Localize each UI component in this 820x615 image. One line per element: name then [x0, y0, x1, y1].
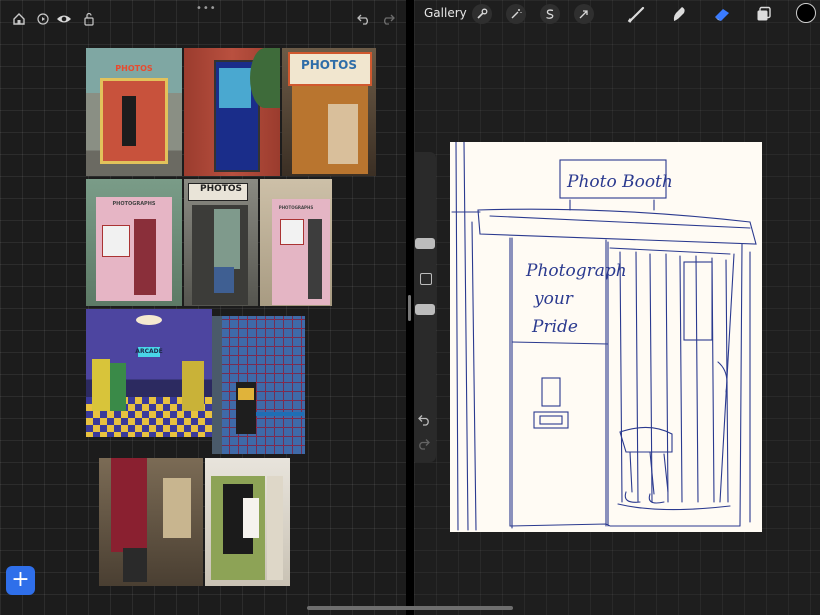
photo-pink-booth[interactable]: PHOTOGRAPHS — [86, 179, 182, 306]
smudge-icon[interactable] — [668, 4, 690, 24]
arrow-cursor-icon[interactable] — [574, 4, 594, 24]
photo-claw-machine[interactable] — [184, 48, 280, 176]
photo-sign: ARCADE — [135, 348, 163, 355]
eye-icon[interactable] — [55, 10, 73, 28]
gallery-button[interactable]: Gallery — [424, 6, 467, 20]
layers-icon[interactable] — [753, 4, 775, 24]
photo-sign: PHOTOS — [199, 184, 243, 194]
redo-icon[interactable] — [418, 438, 430, 453]
wrench-icon[interactable] — [472, 4, 492, 24]
drawing-pane: Gallery Photo Booth Photograph your Prid… — [414, 0, 820, 615]
square-icon[interactable] — [420, 273, 432, 285]
split-view-handle[interactable] — [408, 295, 411, 321]
redo-icon[interactable] — [379, 10, 397, 28]
brush-sidebar — [414, 152, 436, 462]
ellipsis-icon[interactable]: ••• — [196, 3, 217, 14]
photo-vintage-booth[interactable]: PHOTOS — [282, 48, 376, 176]
magic-wand-icon[interactable] — [506, 4, 526, 24]
panel-text-line-2: your — [533, 289, 574, 309]
play-icon[interactable] — [34, 10, 52, 28]
photo-checkered-arcade[interactable] — [212, 316, 305, 454]
photo-couple-booth[interactable] — [205, 458, 290, 586]
photo-red-curtain-booth[interactable] — [99, 458, 203, 586]
undo-icon[interactable] — [418, 414, 430, 429]
panel-text-line-1: Photograph — [525, 261, 627, 281]
home-indicator[interactable] — [307, 606, 513, 610]
reference-pane: ••• PHOTOS PHOTOS PHOTOGRAPHS PHOTOS PHO… — [0, 0, 406, 615]
photo-booth-sketch: Photo Booth Photograph your Pride — [451, 141, 757, 531]
drawing-canvas[interactable]: Photo Booth Photograph your Pride — [450, 141, 762, 532]
photo-sign: PHOTOGRAPHS — [278, 205, 314, 210]
eraser-icon[interactable] — [711, 4, 733, 24]
color-picker-button[interactable] — [796, 3, 816, 23]
selection-s-icon[interactable] — [540, 4, 560, 24]
photo-arcade-room[interactable]: ARCADE — [86, 309, 212, 437]
photo-sign: PHOTOS — [115, 64, 153, 73]
photo-sign: PHOTOGRAPHS — [112, 201, 156, 207]
photo-outdoor-booth[interactable]: PHOTOS — [86, 48, 182, 176]
brush-size-slider[interactable] — [415, 238, 435, 249]
photo-automat-booth[interactable]: PHOTOS — [184, 179, 258, 306]
home-icon[interactable] — [10, 10, 28, 28]
photo-sign: PHOTOS — [300, 58, 358, 72]
undo-icon[interactable] — [355, 10, 373, 28]
add-button[interactable]: + — [6, 566, 35, 595]
brush-icon[interactable] — [626, 4, 648, 24]
sign-text: Photo Booth — [566, 172, 673, 192]
photo-pink-booth-side[interactable]: PHOTOGRAPHS — [260, 179, 332, 306]
brush-opacity-slider[interactable] — [415, 304, 435, 315]
panel-text-line-3: Pride — [531, 317, 578, 337]
unlock-icon[interactable] — [80, 10, 98, 28]
